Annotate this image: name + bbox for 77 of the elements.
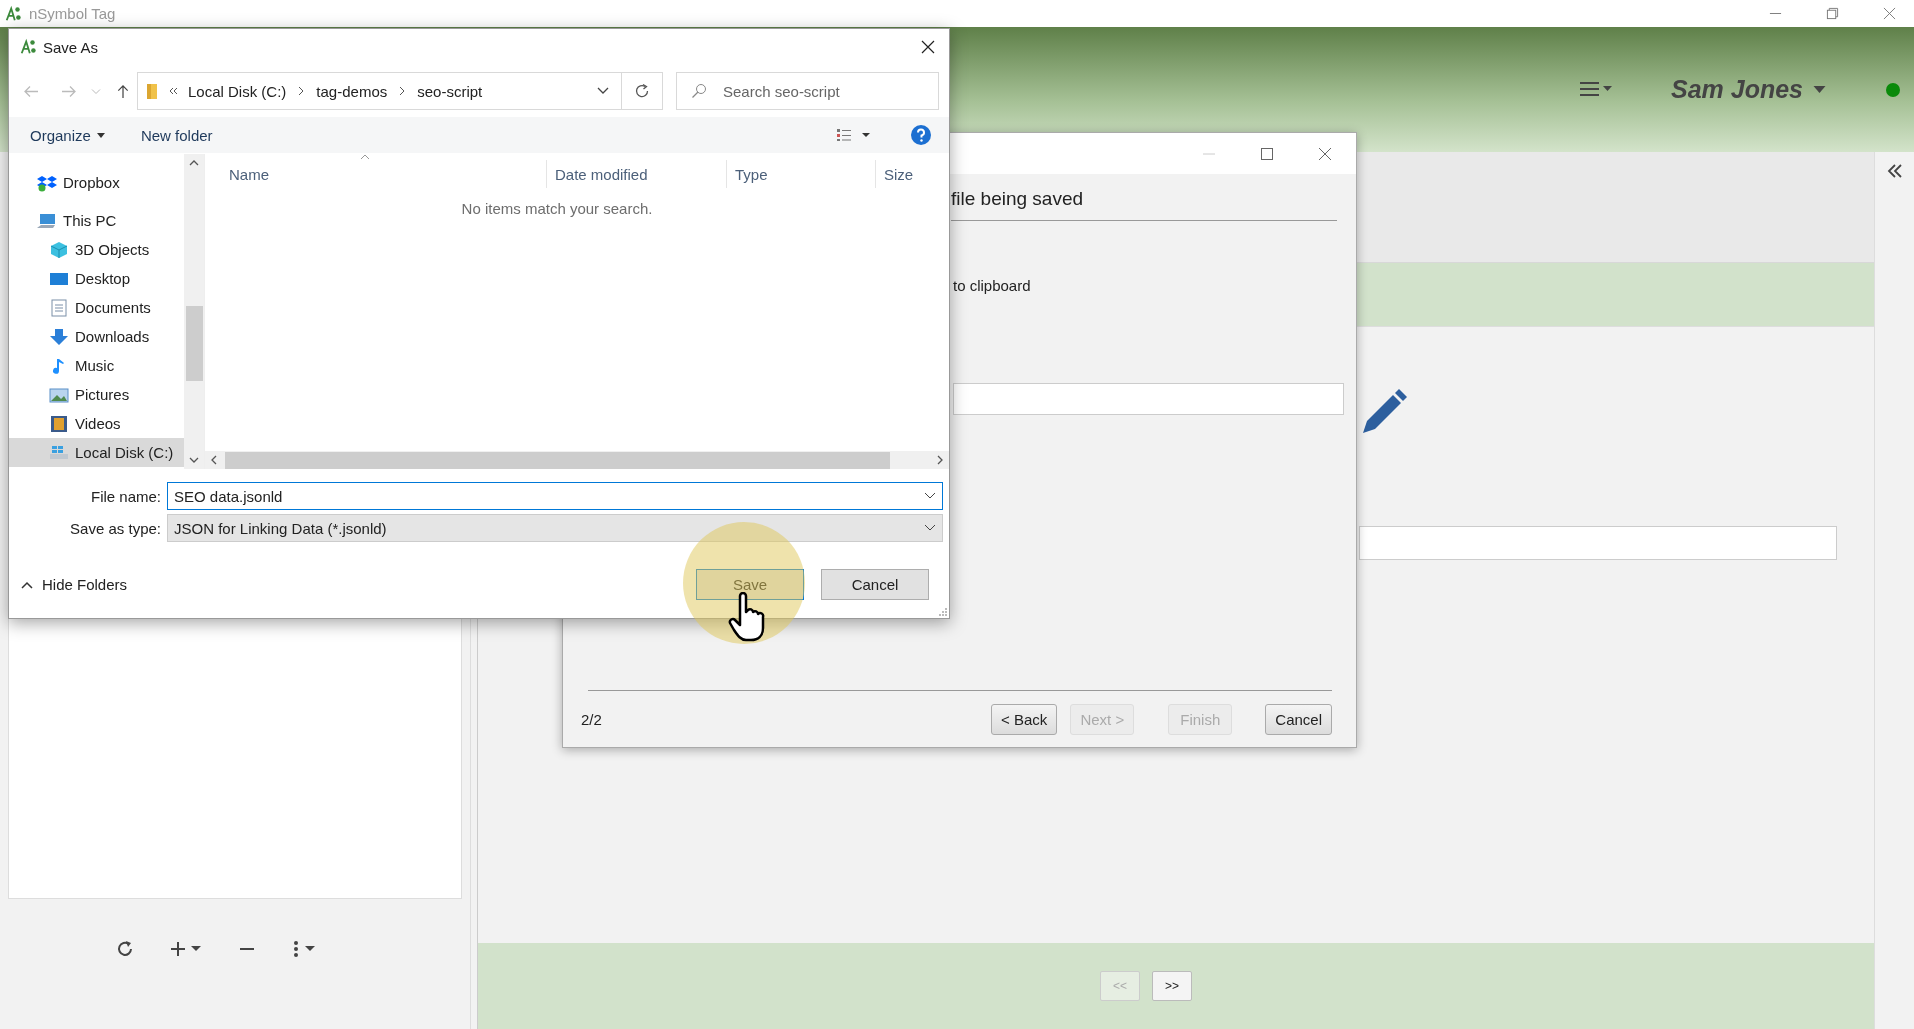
nav-item[interactable]: Pictures — [9, 380, 184, 409]
chevron-down-icon[interactable] — [597, 87, 609, 95]
document-icon — [49, 298, 69, 317]
app-logo-icon — [19, 38, 37, 56]
menu-icon[interactable] — [1579, 80, 1613, 97]
column-header[interactable]: Name — [229, 165, 269, 183]
scroll-down-icon[interactable] — [189, 457, 199, 463]
scrollbar-thumb[interactable] — [185, 306, 203, 381]
maximize-icon[interactable] — [1260, 146, 1274, 161]
breadcrumb-item[interactable]: Local Disk (C:) — [188, 82, 287, 100]
step-heading: file being saved — [951, 188, 1085, 210]
chevron-down-icon[interactable] — [924, 524, 936, 532]
refresh-icon[interactable] — [115, 939, 135, 959]
dialog-title: Save As — [43, 38, 99, 56]
scrollbar-thumb[interactable] — [225, 451, 890, 469]
nav-item[interactable]: Local Disk (C:) — [9, 438, 184, 467]
breadcrumb-item[interactable]: tag-demos — [316, 82, 388, 100]
add-icon[interactable] — [169, 939, 203, 959]
dialog-button[interactable]: Cancel — [821, 569, 929, 600]
chevron-down-icon[interactable] — [924, 492, 936, 500]
nav-item[interactable]: Desktop — [9, 264, 184, 293]
download-icon — [49, 327, 69, 346]
overflow-chevron-icon[interactable] — [168, 86, 178, 96]
scroll-up-icon[interactable] — [189, 160, 199, 166]
field-label: File name: — [89, 487, 162, 505]
text-field[interactable] — [953, 383, 1344, 415]
film-icon — [49, 414, 69, 433]
user-menu[interactable]: Sam Jones — [1671, 75, 1803, 104]
nav-item[interactable]: Downloads — [9, 322, 184, 351]
folder-icon — [146, 82, 158, 100]
column-header[interactable]: Date modified — [555, 165, 648, 183]
status-dot — [1886, 82, 1900, 97]
chevron-up-icon — [21, 580, 33, 589]
refresh-button[interactable] — [622, 72, 663, 110]
view-options-icon[interactable] — [836, 128, 870, 142]
scroll-left-icon[interactable] — [211, 455, 217, 465]
nav-item[interactable]: Videos — [9, 409, 184, 438]
column-header[interactable]: Size — [884, 165, 914, 183]
page-indicator: 2/2 — [581, 710, 602, 728]
text-field[interactable] — [1359, 526, 1837, 560]
cube-icon — [49, 240, 69, 259]
nav-item[interactable]: 3D Objects — [9, 235, 184, 264]
file-name-field[interactable]: SEO data.jsonld — [167, 482, 943, 510]
resize-grip-icon[interactable] — [937, 606, 947, 616]
page-nav-button[interactable]: >> — [1152, 971, 1192, 1001]
address-bar[interactable]: Local Disk (C:) tag-demos seo-script — [137, 72, 622, 110]
nav-item[interactable]: Documents — [9, 293, 184, 322]
wizard-button[interactable]: < Back — [991, 703, 1058, 735]
refresh-icon — [634, 83, 650, 99]
scroll-right-icon[interactable] — [937, 455, 943, 465]
breadcrumb-item[interactable]: seo-script — [417, 82, 483, 100]
window-title: nSymbol Tag — [29, 5, 116, 22]
restore-icon[interactable] — [1826, 7, 1839, 20]
wizard-button[interactable]: Cancel — [1265, 703, 1332, 735]
image-icon — [49, 385, 69, 404]
pc-icon — [37, 211, 57, 230]
new-folder-button[interactable]: New folder — [140, 126, 213, 144]
hide-folders-toggle[interactable]: Hide Folders — [21, 576, 128, 593]
help-icon[interactable] — [911, 125, 931, 145]
caret-icon[interactable] — [96, 132, 105, 138]
search-icon — [691, 83, 707, 99]
nav-item[interactable]: Dropbox — [9, 168, 184, 197]
search-field[interactable]: Search seo-script — [676, 72, 939, 110]
collapse-icon[interactable] — [1886, 164, 1903, 178]
drive-icon — [49, 443, 69, 462]
up-arrow-icon[interactable] — [115, 83, 131, 99]
organize-menu[interactable]: Organize — [30, 126, 91, 144]
app-logo-icon — [4, 4, 22, 23]
close-icon[interactable] — [921, 40, 935, 54]
file-type-dropdown[interactable]: JSON for Linking Data (*.jsonld) — [167, 514, 943, 542]
dropbox-icon — [37, 173, 57, 192]
nav-item[interactable]: This PC — [9, 206, 184, 235]
column-header[interactable]: Type — [735, 165, 768, 183]
option-label: to clipboard — [953, 277, 1032, 294]
empty-message: No items match your search. — [461, 200, 653, 219]
nav-item[interactable]: Music — [9, 351, 184, 380]
field-label: Save as type: — [69, 519, 162, 537]
